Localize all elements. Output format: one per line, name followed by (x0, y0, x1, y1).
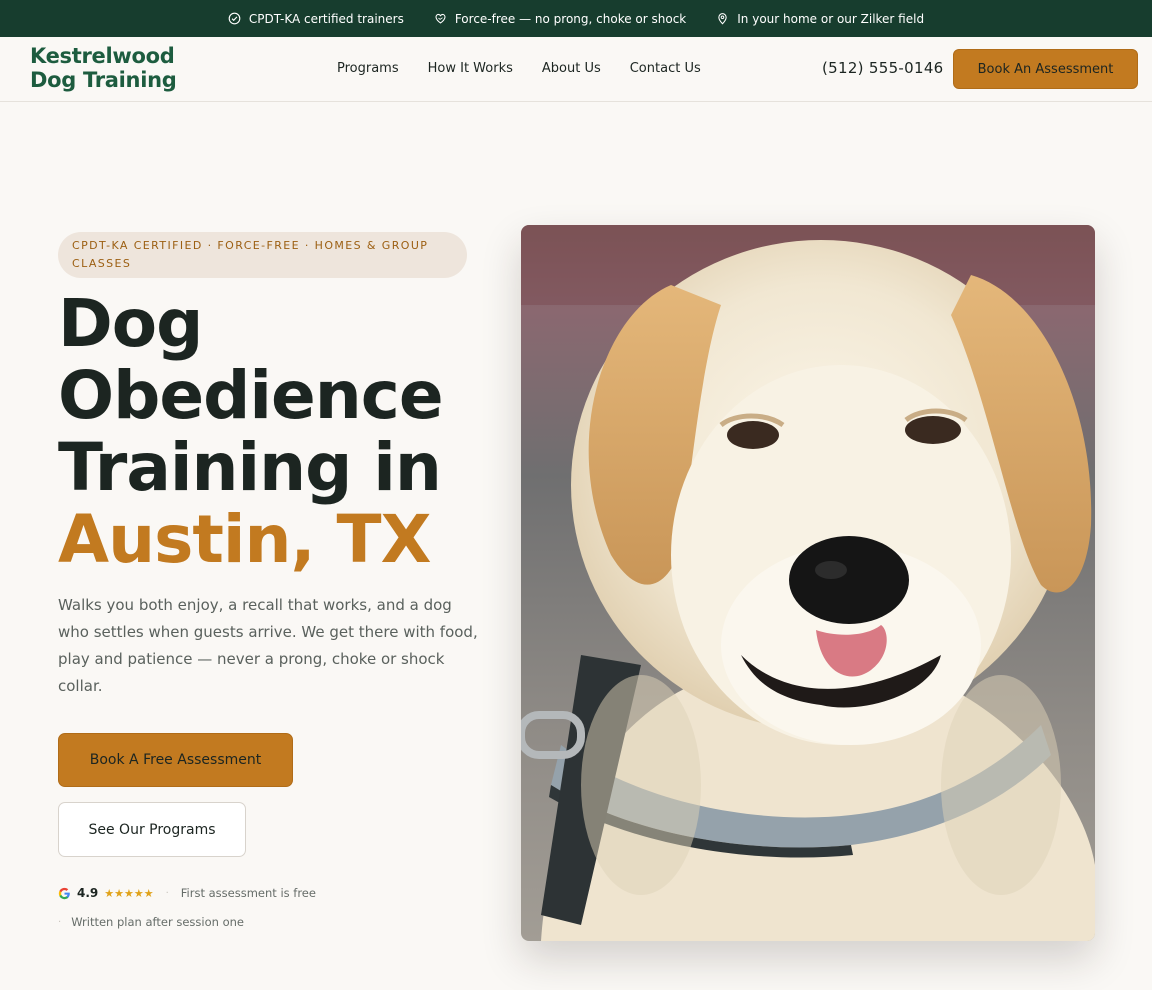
book-free-assessment-button[interactable]: Book A Free Assessment (58, 733, 293, 787)
announcement-bar: CPDT-KA certified trainers Force-free — … (0, 0, 1152, 37)
logo-line-2: Dog Training (30, 68, 177, 92)
topbar-item-force-free: Force-free — no prong, choke or shock (434, 12, 686, 26)
social-proof-row: 4.9 ★★★★★ · First assessment is free (58, 886, 316, 900)
check-circle-icon (228, 12, 241, 25)
headline-line-1: Dog (58, 285, 203, 362)
proof-free-assessment: First assessment is free (180, 886, 316, 900)
hero-eyebrow: CPDT-KA certified · force-free · homes &… (58, 232, 467, 278)
map-pin-icon (718, 13, 727, 25)
nav-contact-us[interactable]: Contact Us (630, 61, 701, 76)
headline-line-3: Training in (58, 429, 442, 506)
rating-value: 4.9 (77, 886, 99, 900)
see-programs-button[interactable]: See Our Programs (58, 802, 246, 857)
headline-line-2: Obedience (58, 357, 444, 434)
book-assessment-button[interactable]: Book An Assessment (953, 49, 1138, 89)
separator-dot: · (165, 887, 169, 899)
heart-hand-icon (435, 13, 446, 24)
nav-programs[interactable]: Programs (337, 61, 399, 76)
hero-lede: Walks you both enjoy, a recall that work… (58, 596, 478, 695)
topbar-text: CPDT-KA certified trainers (248, 11, 404, 26)
proof-row-2: · Written plan after session one (58, 915, 244, 929)
logo[interactable]: Kestrelwood Dog Training (30, 44, 177, 92)
topbar-item-location: In your home or our Zilker field (716, 12, 924, 26)
main-nav: Programs How It Works About Us Contact U… (337, 61, 701, 76)
proof-written-plan: Written plan after session one (71, 915, 244, 929)
logo-line-1: Kestrelwood (30, 44, 175, 68)
nav-about-us[interactable]: About Us (542, 61, 601, 76)
topbar-text: In your home or our Zilker field (737, 11, 925, 26)
site-header: Kestrelwood Dog Training Programs How It… (0, 37, 1152, 102)
phone-link[interactable]: (512) 555-0146 (822, 59, 944, 77)
separator-dot: · (58, 916, 62, 928)
headline-accent: Austin, TX (58, 501, 431, 578)
hero-dog-photo (521, 225, 1095, 941)
google-icon (58, 887, 70, 899)
topbar-item-certified: CPDT-KA certified trainers (228, 12, 404, 26)
hero-headline: Dog Obedience Training in Austin, TX (58, 285, 444, 578)
labrador-dog-image (521, 225, 1095, 941)
nav-how-it-works[interactable]: How It Works (428, 61, 513, 76)
star-rating: ★★★★★ (104, 886, 154, 900)
topbar-text: Force-free — no prong, choke or shock (454, 11, 687, 26)
